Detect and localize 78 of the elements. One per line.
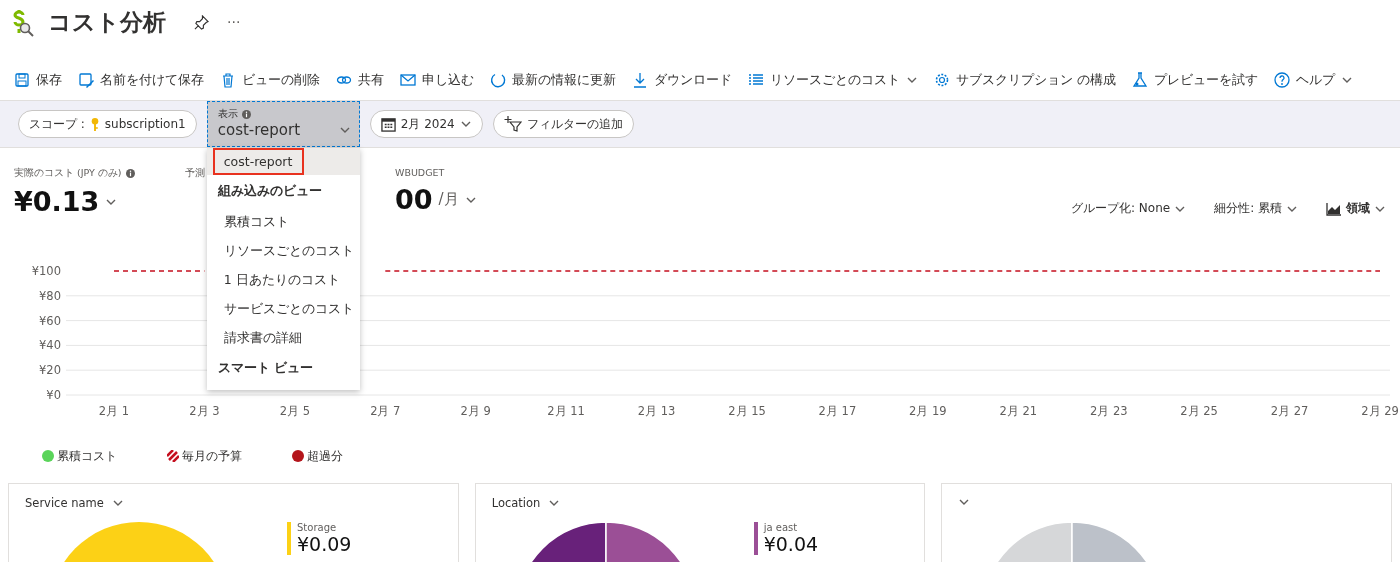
save-as-icon <box>78 72 94 88</box>
x-axis-label: 2月 15 <box>728 404 766 418</box>
save-icon <box>14 72 30 88</box>
toolbar-button[interactable]: ダウンロード <box>632 71 732 89</box>
legend-label: 超過分 <box>307 447 343 465</box>
menu-item[interactable]: cost-report <box>206 148 360 175</box>
legend-label: 毎月の予算 <box>182 447 242 465</box>
menu-item[interactable]: 請求書の詳細 <box>206 323 360 352</box>
pin-icon[interactable] <box>194 14 209 30</box>
toolbar-button[interactable]: ヘルプ <box>1274 71 1354 89</box>
chart-option-dropdown[interactable]: 細分性: 累積 <box>1214 200 1298 217</box>
y-axis-label: ¥80 <box>39 288 61 303</box>
toolbar-button[interactable]: ビューの削除 <box>220 71 320 89</box>
x-axis-label: 2月 11 <box>547 404 585 418</box>
y-axis-label: ¥40 <box>39 338 61 353</box>
kpi-value: ¥0.13 <box>14 186 100 217</box>
key-icon <box>89 116 100 132</box>
x-axis-label: 2月 5 <box>279 404 310 418</box>
y-axis-label: ¥0 <box>46 388 61 402</box>
download-icon <box>632 72 648 88</box>
y-axis-label: ¥100 <box>31 264 61 278</box>
x-axis-label: 2月 9 <box>460 404 491 418</box>
toolbar-button[interactable]: 保存 <box>14 71 62 89</box>
x-axis-label: 2月 29 <box>1361 404 1399 418</box>
legend-entry: ja east ¥0.04 <box>753 522 819 555</box>
scope-pill[interactable]: スコープ : subscription1 <box>18 110 197 138</box>
x-axis-label: 2月 27 <box>1270 404 1309 418</box>
info-icon <box>241 109 251 119</box>
menu-section-header: スマート ビュー <box>216 359 315 377</box>
toolbar-button[interactable]: リソースごとのコスト <box>748 71 918 89</box>
y-axis-label: ¥60 <box>39 313 61 328</box>
menu-section-header: 組み込みのビュー <box>216 182 323 200</box>
more-button[interactable]: ··· <box>227 14 241 30</box>
kpi-label: 実際のコスト (JPY のみ) <box>14 167 122 180</box>
dimension-dropdown[interactable]: Service name <box>25 496 124 510</box>
settings-icon <box>934 72 950 88</box>
add-filter-icon <box>503 116 522 132</box>
x-axis-label: 2月 1 <box>98 404 130 418</box>
x-axis-label: 2月 19 <box>909 404 947 418</box>
menu-item[interactable]: サービスごとのコスト <box>206 294 360 323</box>
mail-icon <box>400 72 416 88</box>
x-axis-label: 2月 23 <box>1089 404 1128 418</box>
add-filter-button[interactable]: フィルターの追加 <box>492 110 634 138</box>
chart-type-dropdown[interactable]: 領域 <box>1326 200 1386 217</box>
help-icon <box>1274 72 1291 88</box>
x-axis-label: 2月 21 <box>999 404 1038 418</box>
page-title: コスト分析 <box>48 7 166 37</box>
x-axis-label: 2月 17 <box>818 404 857 418</box>
list-icon <box>748 72 764 88</box>
date-picker[interactable]: 2月 2024 <box>369 110 483 138</box>
toolbar-button[interactable]: 共有 <box>336 71 384 89</box>
area-chart-icon <box>1326 201 1342 216</box>
calendar-icon <box>380 116 396 132</box>
toolbar-button[interactable]: 名前を付けて保存 <box>78 71 204 89</box>
toolbar-button[interactable]: 最新の情報に更新 <box>490 71 616 89</box>
dimension-dropdown[interactable]: Location <box>491 496 561 510</box>
flask-icon <box>1132 72 1149 88</box>
y-axis-label: ¥20 <box>39 363 61 378</box>
info-icon <box>125 169 135 178</box>
chart-option-dropdown[interactable]: グループ化: None <box>1070 200 1187 217</box>
x-axis-label: 2月 7 <box>370 404 401 418</box>
menu-item[interactable]: 累積コスト <box>206 207 360 236</box>
menu-item[interactable]: 1 日あたりのコスト <box>206 265 360 294</box>
x-axis-label: 2月 13 <box>637 404 676 418</box>
toolbar-button[interactable]: プレビューを試す <box>1132 71 1259 89</box>
legend-label: 累積コスト <box>57 447 117 465</box>
legend-entry: Storage ¥0.09 <box>287 522 352 555</box>
trash-icon <box>220 72 236 88</box>
kpi-value: 00 <box>395 184 433 215</box>
toolbar-button[interactable]: サブスクリプション の構成 <box>934 71 1117 89</box>
unit-label: /月 <box>438 190 459 209</box>
toolbar-button[interactable]: 申し込む <box>400 71 474 89</box>
x-axis-label: 2月 25 <box>1180 404 1218 418</box>
x-axis-label: 2月 3 <box>189 404 220 418</box>
refresh-icon <box>490 72 506 88</box>
menu-item[interactable]: リソースごとのコスト <box>206 236 360 265</box>
kpi-label: WBUDGET <box>395 167 446 178</box>
kpi-label: 予測 <box>185 167 205 180</box>
